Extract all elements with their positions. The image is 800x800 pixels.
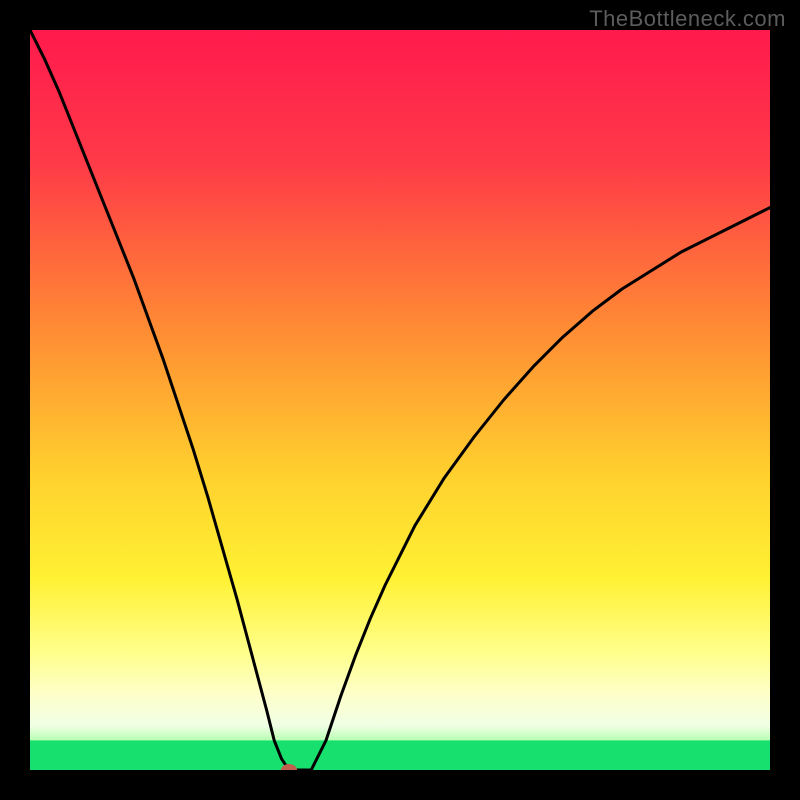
- chart-svg: [30, 30, 770, 770]
- bottleneck-chart: [30, 30, 770, 770]
- gradient-background: [30, 30, 770, 770]
- watermark-label: TheBottleneck.com: [589, 6, 786, 32]
- chart-frame: TheBottleneck.com: [0, 0, 800, 800]
- green-band: [30, 740, 770, 770]
